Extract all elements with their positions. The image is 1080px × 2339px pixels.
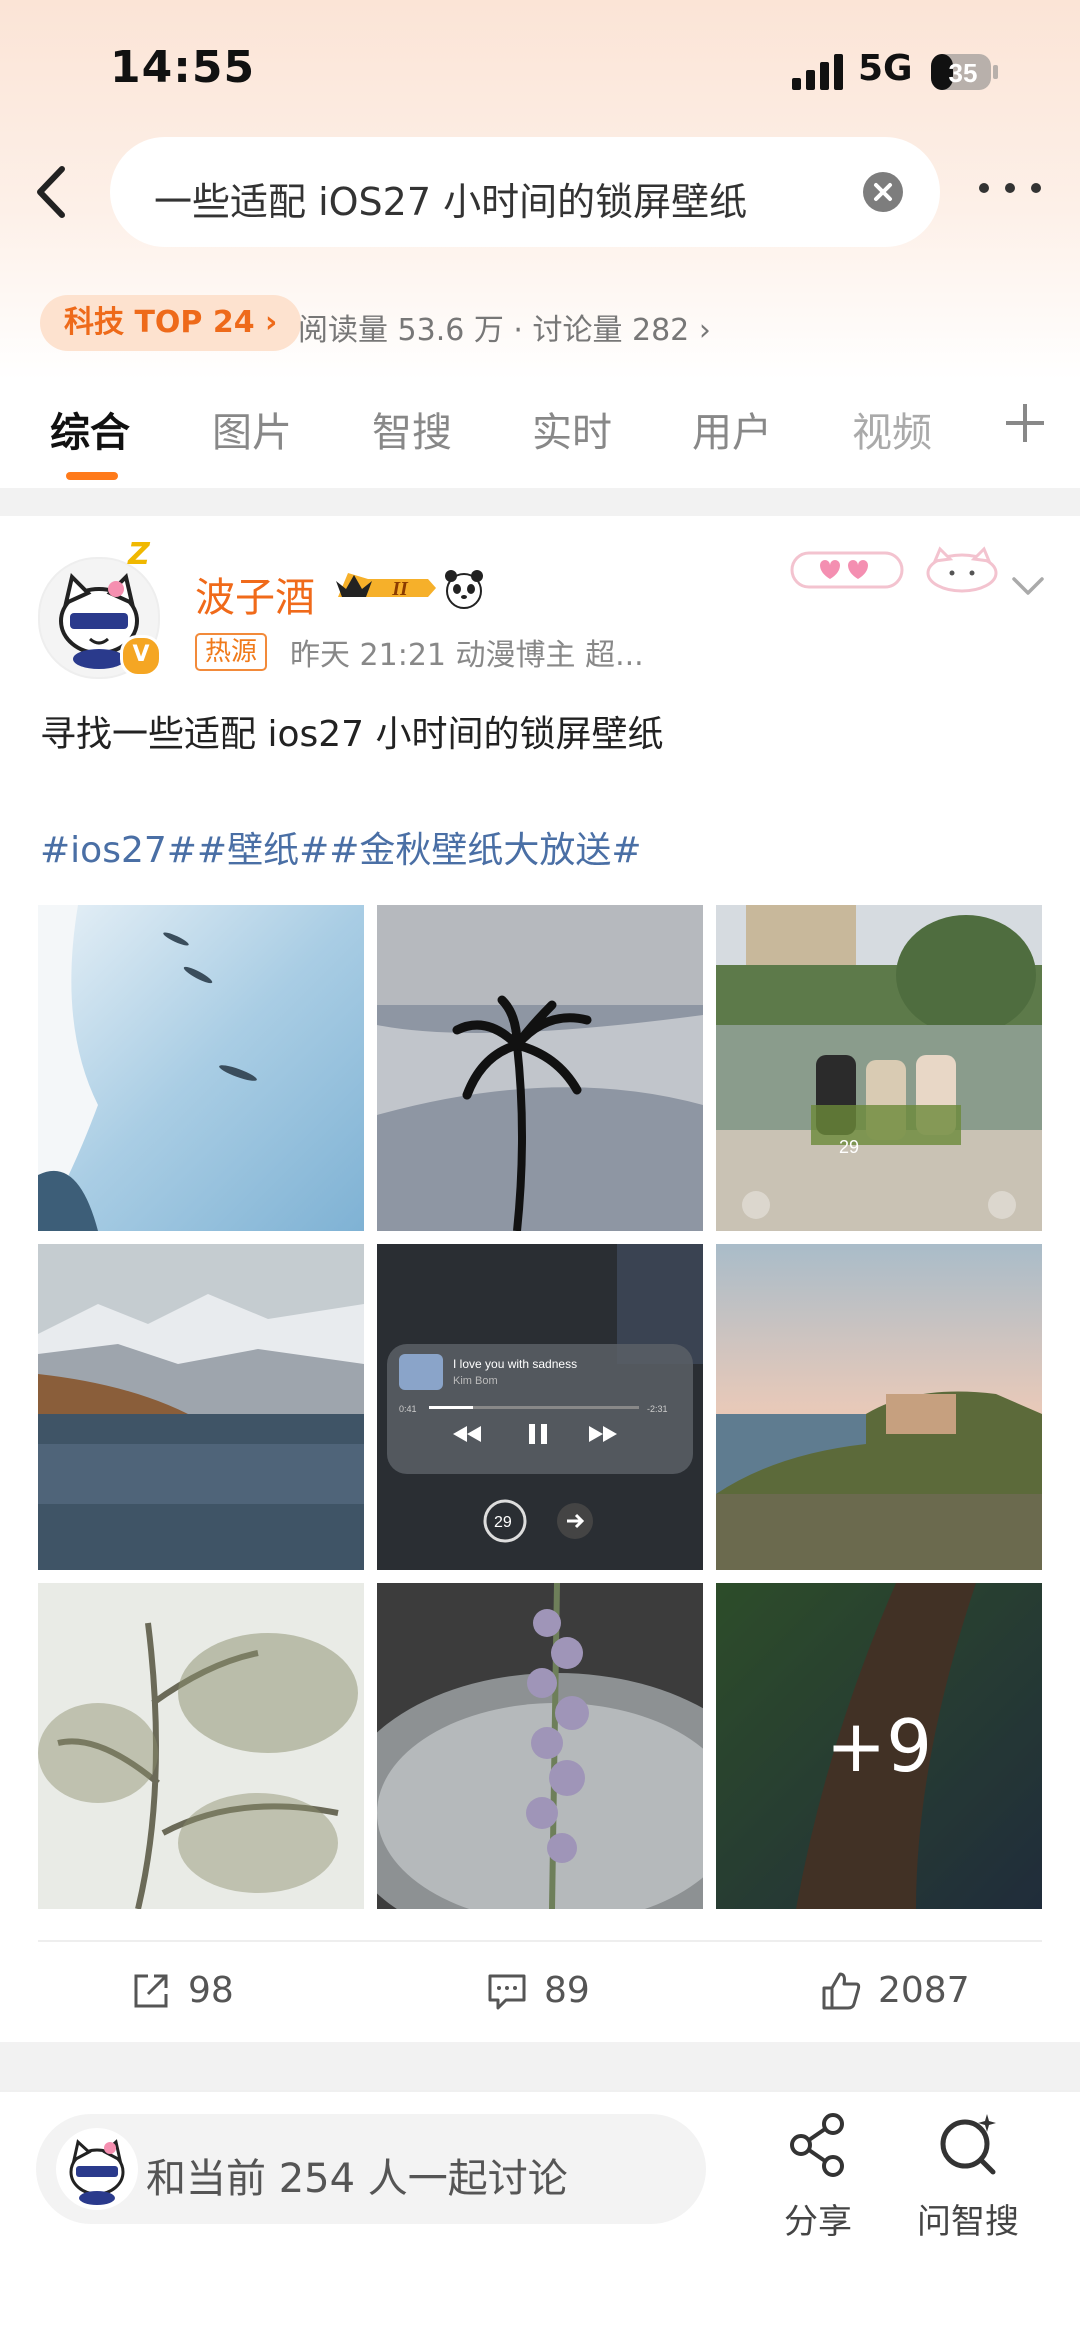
- cellular-signal-icon: [792, 54, 843, 90]
- grid-image-music-widget[interactable]: I love you with sadness Kim Bom 0:41 -2:…: [377, 1244, 703, 1570]
- member-level-text: II: [391, 578, 409, 600]
- battery-icon: 35: [931, 54, 998, 90]
- topic-stats-text: 阅读量 53.6 万 · 讨论量 282: [298, 313, 690, 348]
- image-grid: 29 I love you with sadness Kim Bom 0:41 …: [38, 905, 1042, 1909]
- chevron-right-icon: ›: [265, 305, 278, 340]
- tab-comprehensive[interactable]: 综合: [50, 400, 130, 458]
- music-clock-hint: 29: [494, 1514, 512, 1531]
- grid-image-sharks[interactable]: [38, 905, 364, 1231]
- share-action-button[interactable]: 98: [130, 1960, 270, 2020]
- tab-smart-search[interactable]: 智搜: [372, 400, 452, 458]
- share-icon: [134, 1974, 168, 2008]
- back-arrow-icon[interactable]: [26, 157, 76, 227]
- grid-image-mountain-lake[interactable]: [38, 1244, 364, 1570]
- sleep-zz-icon: Z: [128, 537, 150, 572]
- grid-image-palm-tree[interactable]: [377, 905, 703, 1231]
- ask-smart-search-button[interactable]: 问智搜: [905, 2112, 1025, 2252]
- like-count: 2087: [878, 1970, 970, 2011]
- post-username[interactable]: 波子酒: [195, 565, 315, 623]
- status-time: 14:55: [110, 42, 256, 93]
- share-button[interactable]: 分享: [755, 2112, 875, 2252]
- search-row: 一些适配 iOS27 小时间的锁屏壁纸: [0, 135, 1080, 250]
- thumbs-up-icon: [822, 1972, 861, 2010]
- search-tabs: 综合 图片 智搜 实时 用户 视频: [0, 390, 1080, 480]
- music-remaining: -2:31: [647, 1404, 668, 1414]
- search-query: 一些适配 iOS27 小时间的锁屏壁纸: [154, 180, 748, 224]
- grid-image-lilac-flowers[interactable]: [377, 1583, 703, 1909]
- share-count: 98: [188, 1970, 234, 2011]
- section-divider: [0, 488, 1080, 516]
- battery-level: 35: [949, 58, 978, 88]
- topic-rank-label: 科技 TOP 24: [64, 305, 255, 340]
- hot-source-badge: 热源: [195, 633, 268, 671]
- music-artist: Kim Bom: [453, 1375, 498, 1387]
- section-divider: [0, 2042, 1080, 2090]
- member-level-badge-icon: II: [336, 573, 436, 600]
- post-meta: 昨天 21:21 动漫博主 超...: [290, 638, 644, 673]
- panda-icon: [445, 570, 483, 609]
- smart-search-icon: [940, 2114, 996, 2175]
- share-nodes-icon: [790, 2113, 844, 2177]
- tab-realtime[interactable]: 实时: [532, 400, 612, 458]
- grid-image-forest-more[interactable]: +9: [716, 1583, 1042, 1909]
- tab-images[interactable]: 图片: [212, 400, 292, 458]
- topic-stats[interactable]: 阅读量 53.6 万 · 讨论量 282 ›: [298, 305, 711, 349]
- active-tab-indicator: [66, 472, 118, 480]
- tab-users[interactable]: 用户: [692, 400, 772, 458]
- image-clock-hint: 29: [839, 1137, 859, 1157]
- music-elapsed: 0:41: [399, 1404, 417, 1414]
- search-input[interactable]: 一些适配 iOS27 小时间的锁屏壁纸: [110, 137, 940, 247]
- bottom-bar: 和当前 254 人一起讨论 分享 问智搜: [0, 2090, 1080, 2339]
- clear-icon[interactable]: [862, 171, 904, 213]
- post-text: 寻找一些适配 ios27 小时间的锁屏壁纸: [40, 714, 664, 755]
- plus-icon[interactable]: [1000, 398, 1050, 448]
- chevron-down-icon[interactable]: [1008, 571, 1048, 601]
- status-bar: 14:55 5G 35: [0, 0, 1080, 130]
- network-type: 5G: [858, 48, 913, 89]
- decoration-cat-sticker-icon: [790, 546, 998, 593]
- discuss-input[interactable]: 和当前 254 人一起讨论: [36, 2114, 706, 2224]
- more-images-count: +9: [716, 1583, 1042, 1909]
- music-song-title: I love you with sadness: [453, 1357, 577, 1371]
- comment-action-button[interactable]: 89: [486, 1960, 626, 2020]
- like-action-button[interactable]: 2087: [820, 1960, 1000, 2020]
- discuss-prompt: 和当前 254 人一起讨论: [146, 2156, 568, 2202]
- comment-icon: [488, 1974, 526, 2010]
- ask-label: 问智搜: [917, 2202, 1019, 2242]
- chevron-right-icon: ›: [698, 313, 711, 348]
- post-hashtags[interactable]: #ios27##壁纸##金秋壁纸大放送#: [40, 821, 642, 873]
- comment-count: 89: [544, 1970, 590, 2011]
- avatar: [56, 2128, 138, 2210]
- share-label: 分享: [784, 2202, 852, 2242]
- grid-image-seaside-castle[interactable]: [716, 1244, 1042, 1570]
- topic-rank-badge[interactable]: 科技 TOP 24 ›: [40, 295, 302, 351]
- more-options-icon[interactable]: [975, 173, 1045, 203]
- topic-row: 科技 TOP 24 › 阅读量 53.6 万 · 讨论量 282 ›: [40, 295, 1040, 355]
- tab-videos[interactable]: 视频: [852, 400, 932, 458]
- post-actions: 98 89 2087: [38, 1940, 1042, 2042]
- grid-image-tree-branches[interactable]: [38, 1583, 364, 1909]
- verified-badge-icon: V: [120, 635, 162, 677]
- grid-image-fountain-garden[interactable]: 29: [716, 905, 1042, 1231]
